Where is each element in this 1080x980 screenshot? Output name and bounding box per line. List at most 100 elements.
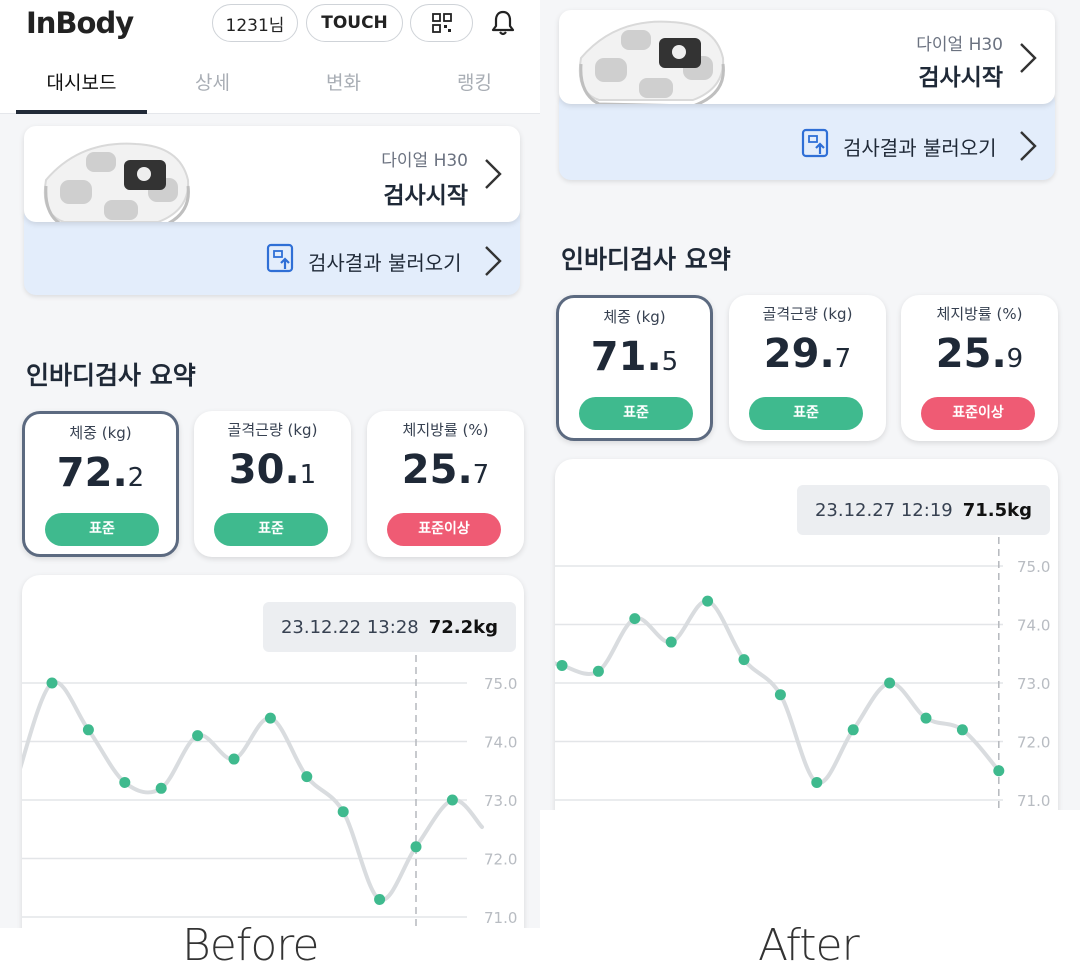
device-model: 다이얼 H30 bbox=[381, 151, 468, 171]
before-panel: InBody 1231님 TOUCH 대시보드 상세 변화 랭킹 다이얼 H30… bbox=[0, 0, 540, 928]
data-point bbox=[738, 654, 750, 666]
status-badge: 표준 bbox=[749, 397, 863, 430]
chevron-right-icon bbox=[485, 246, 502, 276]
chevron-right-icon bbox=[1020, 43, 1037, 73]
data-point bbox=[811, 776, 823, 788]
metric-value: 30.1 bbox=[228, 447, 317, 493]
chart-tooltip: 23.12.27 12:19 71.5kg bbox=[797, 485, 1050, 535]
scale-image bbox=[43, 142, 190, 222]
scale-image bbox=[578, 20, 725, 104]
tooltip-datetime: 23.12.22 13:28 bbox=[280, 616, 419, 638]
data-point bbox=[264, 712, 276, 724]
inbody-logo: InBody bbox=[26, 6, 134, 40]
y-tick-label: 71.0 bbox=[484, 909, 517, 927]
metric-label: 체중 (kg) bbox=[69, 424, 132, 442]
y-tick-label: 75.0 bbox=[1017, 558, 1050, 576]
import-results-label: 검사결과 불러오기 bbox=[843, 136, 997, 160]
data-point bbox=[556, 659, 568, 671]
device-start-card[interactable]: 다이얼 H30 검사시작 bbox=[559, 10, 1055, 104]
y-tick-label: 74.0 bbox=[1017, 617, 1050, 635]
metric-card-fat[interactable]: 체지방률 (%) 25.9 표준이상 bbox=[901, 295, 1058, 441]
metric-value: 25.7 bbox=[401, 447, 490, 493]
metric-value: 25.9 bbox=[935, 331, 1024, 377]
qr-button[interactable] bbox=[410, 4, 473, 42]
y-tick-label: 73.0 bbox=[484, 792, 517, 810]
data-point bbox=[956, 724, 968, 736]
dashboard-tabs: 대시보드 상세 변화 랭킹 bbox=[16, 56, 540, 114]
data-point bbox=[46, 677, 58, 689]
metric-label: 체지방률 (%) bbox=[936, 305, 1023, 323]
data-point bbox=[884, 677, 896, 689]
chart-tooltip: 23.12.22 13:28 72.2kg bbox=[263, 602, 516, 652]
start-test-label: 검사시작 bbox=[918, 65, 1003, 91]
metric-card-fat[interactable]: 체지방률 (%) 25.7 표준이상 bbox=[367, 411, 524, 557]
data-point bbox=[665, 636, 677, 648]
metric-card-weight[interactable]: 체중 (kg) 71.5 표준 bbox=[556, 295, 713, 441]
data-point bbox=[993, 765, 1005, 777]
data-point bbox=[629, 613, 641, 625]
metric-label: 골격근량 (kg) bbox=[762, 305, 853, 323]
tab-ranking[interactable]: 랭킹 bbox=[409, 56, 540, 114]
tooltip-weight: 71.5kg bbox=[962, 499, 1033, 521]
metric-card-muscle[interactable]: 골격근량 (kg) 30.1 표준 bbox=[194, 411, 351, 557]
start-test-label: 검사시작 bbox=[383, 183, 468, 209]
chevron-right-icon bbox=[485, 159, 502, 189]
metric-card-muscle[interactable]: 골격근량 (kg) 29.7 표준 bbox=[729, 295, 886, 441]
status-badge: 표준이상 bbox=[387, 513, 501, 546]
metric-value: 71.5 bbox=[590, 334, 679, 380]
data-point bbox=[920, 712, 932, 724]
weight-series-line bbox=[22, 680, 484, 902]
metric-card-weight[interactable]: 체중 (kg) 72.2 표준 bbox=[22, 411, 179, 557]
status-badge: 표준이상 bbox=[921, 397, 1035, 430]
metric-label: 체지방률 (%) bbox=[402, 421, 489, 439]
y-tick-label: 72.0 bbox=[1017, 734, 1050, 752]
tooltip-datetime: 23.12.27 12:19 bbox=[814, 499, 953, 521]
tooltip-weight: 72.2kg bbox=[428, 616, 499, 638]
import-icon bbox=[801, 128, 829, 158]
data-point bbox=[119, 776, 131, 788]
data-point bbox=[446, 794, 458, 806]
metric-value: 72.2 bbox=[56, 450, 145, 496]
weight-chart-card: 75.0 74.0 73.0 72.0 71.0 23.12.27 12:19 71.5… bbox=[555, 459, 1058, 810]
bell-icon[interactable] bbox=[488, 8, 518, 38]
y-tick-label: 75.0 bbox=[484, 675, 517, 693]
qr-icon bbox=[431, 13, 452, 33]
data-point bbox=[592, 665, 604, 677]
after-caption: After bbox=[758, 920, 860, 971]
after-panel: 다이얼 H30 검사시작 검사결과 불러오기 인바디검사 요약 체중 (kg) … bbox=[540, 0, 1080, 810]
y-tick-label: 74.0 bbox=[484, 734, 517, 752]
metric-label: 골격근량 (kg) bbox=[227, 421, 318, 439]
data-point bbox=[847, 724, 859, 736]
tab-change[interactable]: 변화 bbox=[278, 56, 409, 114]
chevron-right-icon bbox=[1020, 131, 1037, 161]
metric-label: 체중 (kg) bbox=[603, 308, 666, 326]
y-tick-label: 72.0 bbox=[484, 851, 517, 869]
device-start-card[interactable]: 다이얼 H30 검사시작 bbox=[24, 126, 520, 222]
data-point bbox=[301, 771, 313, 783]
before-caption: Before bbox=[182, 920, 319, 971]
touch-button[interactable]: TOUCH bbox=[306, 4, 403, 42]
y-tick-label: 71.0 bbox=[1017, 792, 1050, 810]
data-point bbox=[155, 782, 167, 794]
data-point bbox=[774, 689, 786, 701]
tab-detail[interactable]: 상세 bbox=[147, 56, 278, 114]
status-badge: 표준 bbox=[214, 513, 328, 546]
data-point bbox=[374, 893, 386, 905]
tab-dashboard[interactable]: 대시보드 bbox=[16, 56, 147, 114]
summary-title: 인바디검사 요약 bbox=[26, 361, 196, 390]
data-point bbox=[228, 753, 240, 765]
app-header: InBody 1231님 TOUCH 대시보드 상세 변화 랭킹 bbox=[0, 0, 540, 114]
weight-chart-card: 75.0 74.0 73.0 72.0 71.0 23.12.22 13:28 72.2… bbox=[22, 575, 524, 928]
y-tick-label: 73.0 bbox=[1017, 675, 1050, 693]
import-icon bbox=[266, 243, 294, 273]
import-results-label: 검사결과 불러오기 bbox=[308, 251, 462, 275]
status-badge: 표준 bbox=[579, 397, 693, 430]
user-pill[interactable]: 1231님 bbox=[212, 4, 298, 42]
device-model: 다이얼 H30 bbox=[916, 35, 1003, 55]
data-point bbox=[337, 806, 349, 818]
data-point bbox=[410, 841, 422, 853]
data-point bbox=[702, 595, 714, 607]
status-badge: 표준 bbox=[45, 513, 159, 546]
data-point bbox=[82, 724, 94, 736]
summary-title: 인바디검사 요약 bbox=[561, 245, 731, 274]
